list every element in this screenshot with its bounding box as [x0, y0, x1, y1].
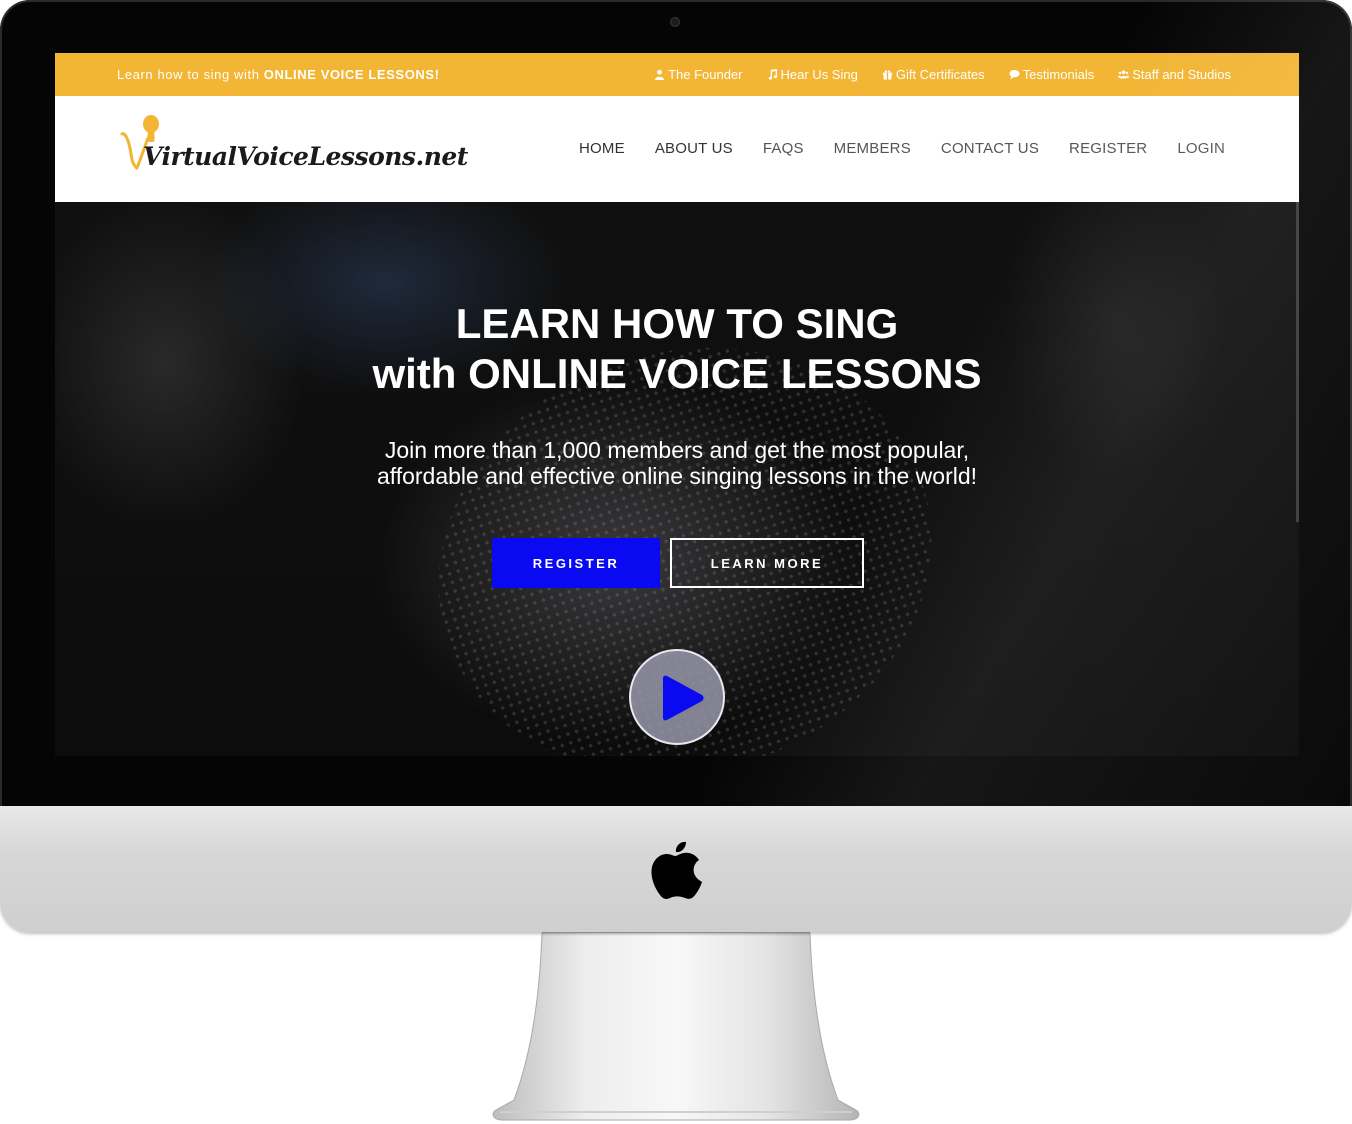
hero-title-line-1: LEARN HOW TO SING	[455, 300, 899, 347]
nav-contact-us[interactable]: CONTACT US	[941, 140, 1039, 157]
scrollbar[interactable]	[1296, 202, 1299, 522]
hero-subtitle-line-2: affordable and effective online singing …	[376, 463, 978, 489]
top-link-label: Gift Certificates	[895, 67, 985, 82]
top-link-the-founder[interactable]: The Founder	[654, 67, 743, 82]
play-icon	[663, 675, 704, 721]
top-link-gift-certificates[interactable]: Gift Certificates	[882, 67, 985, 82]
hero-title: LEARN HOW TO SING with ONLINE VOICE LESS…	[55, 299, 1299, 399]
camera	[670, 17, 680, 27]
comment-icon	[1009, 69, 1020, 80]
hero-section: LEARN HOW TO SING with ONLINE VOICE LESS…	[55, 202, 1299, 756]
top-link-label: Testimonials	[1022, 67, 1095, 82]
users-icon	[1118, 70, 1130, 79]
nav-faqs[interactable]: FAQS	[763, 140, 804, 157]
hero-subtitle: Join more than 1,000 members and get the…	[55, 437, 1299, 489]
monitor-stand	[492, 932, 860, 1121]
top-link-testimonials[interactable]: Testimonials	[1009, 67, 1095, 82]
nav-members[interactable]: MEMBERS	[834, 140, 911, 157]
logo-text: VirtualVoiceLessons.net	[143, 142, 468, 171]
hero-subtitle-line-1: Join more than 1,000 members and get the…	[384, 437, 970, 463]
top-link-label: The Founder	[668, 67, 743, 82]
gift-icon	[882, 70, 892, 80]
top-bar: Learn how to sing with ONLINE VOICE LESS…	[55, 53, 1299, 96]
site-logo[interactable]: VirtualVoiceLessons.net	[119, 112, 468, 174]
apple-icon	[651, 841, 702, 899]
top-links: The Founder Hear Us Sing Gift Certificat…	[654, 67, 1231, 82]
top-link-label: Hear Us Sing	[780, 67, 858, 82]
main-navbar: VirtualVoiceLessons.net HOME ABOUT US FA…	[55, 96, 1299, 202]
top-bar-tagline: Learn how to sing with ONLINE VOICE LESS…	[117, 67, 440, 82]
music-note-icon	[768, 69, 777, 80]
register-button[interactable]: REGISTER	[492, 538, 660, 588]
hero-title-line-2: with ONLINE VOICE LESSONS	[372, 350, 982, 397]
main-nav: HOME ABOUT US FAQS MEMBERS CONTACT US RE…	[579, 140, 1225, 157]
website-screen: Learn how to sing with ONLINE VOICE LESS…	[55, 53, 1299, 756]
learn-more-button[interactable]: LEARN MORE	[670, 538, 864, 588]
tagline-bold: ONLINE VOICE LESSONS!	[263, 67, 440, 82]
nav-about-us[interactable]: ABOUT US	[655, 140, 733, 157]
tagline-prefix: Learn how to sing with	[117, 67, 264, 82]
top-link-staff-and-studios[interactable]: Staff and Studios	[1118, 67, 1231, 82]
nav-home[interactable]: HOME	[579, 140, 625, 157]
nav-register[interactable]: REGISTER	[1069, 140, 1147, 157]
top-link-label: Staff and Studios	[1132, 67, 1231, 82]
nav-login[interactable]: LOGIN	[1177, 140, 1225, 157]
user-icon	[654, 69, 665, 80]
play-video-button[interactable]	[629, 649, 725, 745]
top-link-hear-us-sing[interactable]: Hear Us Sing	[767, 67, 858, 82]
imac-monitor: Learn how to sing with ONLINE VOICE LESS…	[0, 0, 1352, 932]
